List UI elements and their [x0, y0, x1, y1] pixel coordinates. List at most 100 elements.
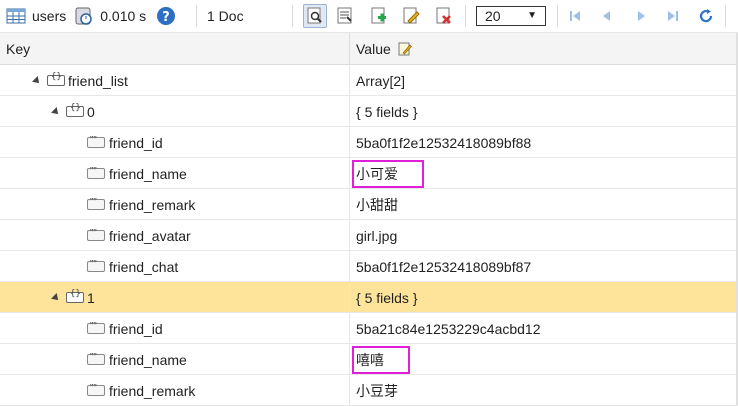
- key-cell: friend_id: [87, 127, 163, 158]
- value-label: { 5 fields }: [356, 103, 418, 120]
- value-column-header[interactable]: Value: [356, 41, 412, 57]
- key-label: friend_id: [109, 320, 163, 337]
- value-label: 5ba0f1f2e12532418089bf88: [356, 134, 532, 151]
- collection-info: users 0.010 s ?: [6, 0, 176, 32]
- key-cell: friend_id: [87, 313, 163, 344]
- expand-toggle-icon[interactable]: [32, 75, 42, 86]
- string-type-icon: [87, 197, 105, 210]
- value-cell[interactable]: { 5 fields }: [356, 96, 418, 127]
- value-cell[interactable]: 5ba0f1f2e12532418089bf87: [356, 251, 531, 282]
- field-row[interactable]: friend_name 小可爱: [0, 158, 738, 189]
- value-label: 小甜甜: [356, 196, 398, 213]
- tree-node-row[interactable]: 1 { 5 fields }: [0, 282, 738, 313]
- string-type-icon: [87, 228, 105, 241]
- key-cell: friend_name: [87, 344, 187, 375]
- chevron-down-icon: ▼: [527, 10, 537, 21]
- edit-button[interactable]: [400, 5, 422, 27]
- page-size-select[interactable]: 20 ▼: [476, 6, 546, 26]
- view-button[interactable]: [334, 5, 356, 27]
- expand-toggle-icon[interactable]: [51, 292, 61, 303]
- field-row[interactable]: friend_remark 小甜甜: [0, 189, 738, 220]
- key-cell: 0: [51, 96, 95, 127]
- key-cell: friend_list: [32, 65, 128, 96]
- value-cell[interactable]: { 5 fields }: [356, 282, 418, 313]
- key-label: friend_list: [68, 72, 128, 89]
- key-label: friend_remark: [109, 196, 196, 213]
- key-cell: friend_remark: [87, 375, 195, 406]
- value-cell[interactable]: 小甜甜: [356, 189, 398, 220]
- collection-name: users: [32, 8, 67, 24]
- add-document-icon: [371, 7, 386, 24]
- highlighted-value: 嘻嘻: [352, 345, 410, 374]
- key-label: friend_name: [109, 165, 187, 182]
- key-cell: friend_avatar: [87, 220, 191, 251]
- field-row[interactable]: friend_remark 小豆芽: [0, 375, 738, 406]
- tree-node-row[interactable]: 0 { 5 fields }: [0, 96, 738, 127]
- page-size-value: 20: [485, 8, 501, 24]
- last-page-button[interactable]: [664, 7, 682, 25]
- delete-button[interactable]: [433, 5, 455, 27]
- key-label: friend_remark: [109, 382, 196, 399]
- query-time: 0.010 s: [100, 8, 147, 24]
- value-cell[interactable]: 5ba21c84e1253229c4acbd12: [356, 313, 541, 344]
- search-icon: [307, 7, 322, 24]
- string-type-icon: [87, 259, 105, 272]
- field-row[interactable]: friend_name 嘻嘻: [0, 344, 738, 375]
- key-cell: friend_remark: [87, 189, 195, 220]
- first-page-button[interactable]: [566, 7, 584, 25]
- string-type-icon: [87, 383, 105, 396]
- value-label: Array[2]: [356, 72, 406, 89]
- value-cell[interactable]: Array[2]: [356, 65, 405, 96]
- doc-count: 1 Doc: [207, 8, 244, 24]
- key-cell: friend_name: [87, 158, 187, 189]
- first-page-icon: [570, 11, 580, 21]
- table-icon: [6, 6, 26, 26]
- document-tree: friend_list Array[2] 0 { 5 fields } friend_i…: [0, 65, 738, 406]
- field-row[interactable]: friend_id 5ba21c84e1253229c4acbd12: [0, 313, 738, 344]
- key-label: friend_name: [109, 351, 187, 368]
- string-type-icon: [87, 321, 105, 334]
- refresh-button[interactable]: [697, 7, 715, 25]
- field-row[interactable]: friend_avatar girl.jpg: [0, 220, 738, 251]
- document-view-icon: [337, 7, 352, 24]
- value-cell[interactable]: girl.jpg: [356, 220, 397, 251]
- delete-document-icon: [436, 7, 451, 24]
- value-label: girl.jpg: [356, 227, 398, 244]
- value-label: { 5 fields }: [356, 289, 418, 306]
- value-label: 5ba21c84e1253229c4acbd12: [356, 320, 541, 337]
- key-label: 1: [87, 289, 95, 306]
- edit-document-icon: [403, 7, 420, 24]
- key-cell: friend_chat: [87, 251, 178, 282]
- key-label: friend_chat: [109, 258, 179, 275]
- last-page-icon: [668, 11, 678, 21]
- value-column-label: Value: [356, 41, 391, 57]
- previous-page-button[interactable]: [598, 7, 616, 25]
- key-column-header[interactable]: Key: [6, 41, 30, 57]
- help-icon[interactable]: ?: [156, 6, 176, 26]
- refresh-icon: [699, 9, 713, 23]
- value-cell[interactable]: 嘻嘻: [352, 344, 410, 375]
- object-icon: [66, 289, 84, 303]
- expand-toggle-icon[interactable]: [51, 106, 61, 117]
- field-row[interactable]: friend_chat 5ba0f1f2e12532418089bf87: [0, 251, 738, 282]
- edit-column-icon: [398, 42, 412, 56]
- key-label: 0: [87, 103, 95, 120]
- insert-button[interactable]: [368, 5, 390, 27]
- value-cell[interactable]: 5ba0f1f2e12532418089bf88: [356, 127, 531, 158]
- key-label: friend_id: [109, 134, 163, 151]
- next-page-icon: [638, 11, 645, 21]
- svg-text:?: ?: [162, 10, 170, 25]
- field-row[interactable]: friend_id 5ba0f1f2e12532418089bf88: [0, 127, 738, 158]
- tree-node-row[interactable]: friend_list Array[2]: [0, 65, 738, 96]
- next-page-button[interactable]: [632, 7, 650, 25]
- value-label: 小豆芽: [356, 382, 398, 399]
- value-cell[interactable]: 小可爱: [352, 158, 424, 189]
- key-label: friend_avatar: [109, 227, 191, 244]
- string-type-icon: [87, 166, 105, 179]
- string-type-icon: [87, 135, 105, 148]
- value-cell[interactable]: 小豆芽: [356, 375, 398, 406]
- highlighted-value: 小可爱: [352, 159, 424, 188]
- find-button[interactable]: [303, 4, 327, 28]
- key-cell: 1: [51, 282, 95, 313]
- toolbar: users 0.010 s ? 1 Doc 20 ▼: [0, 0, 738, 33]
